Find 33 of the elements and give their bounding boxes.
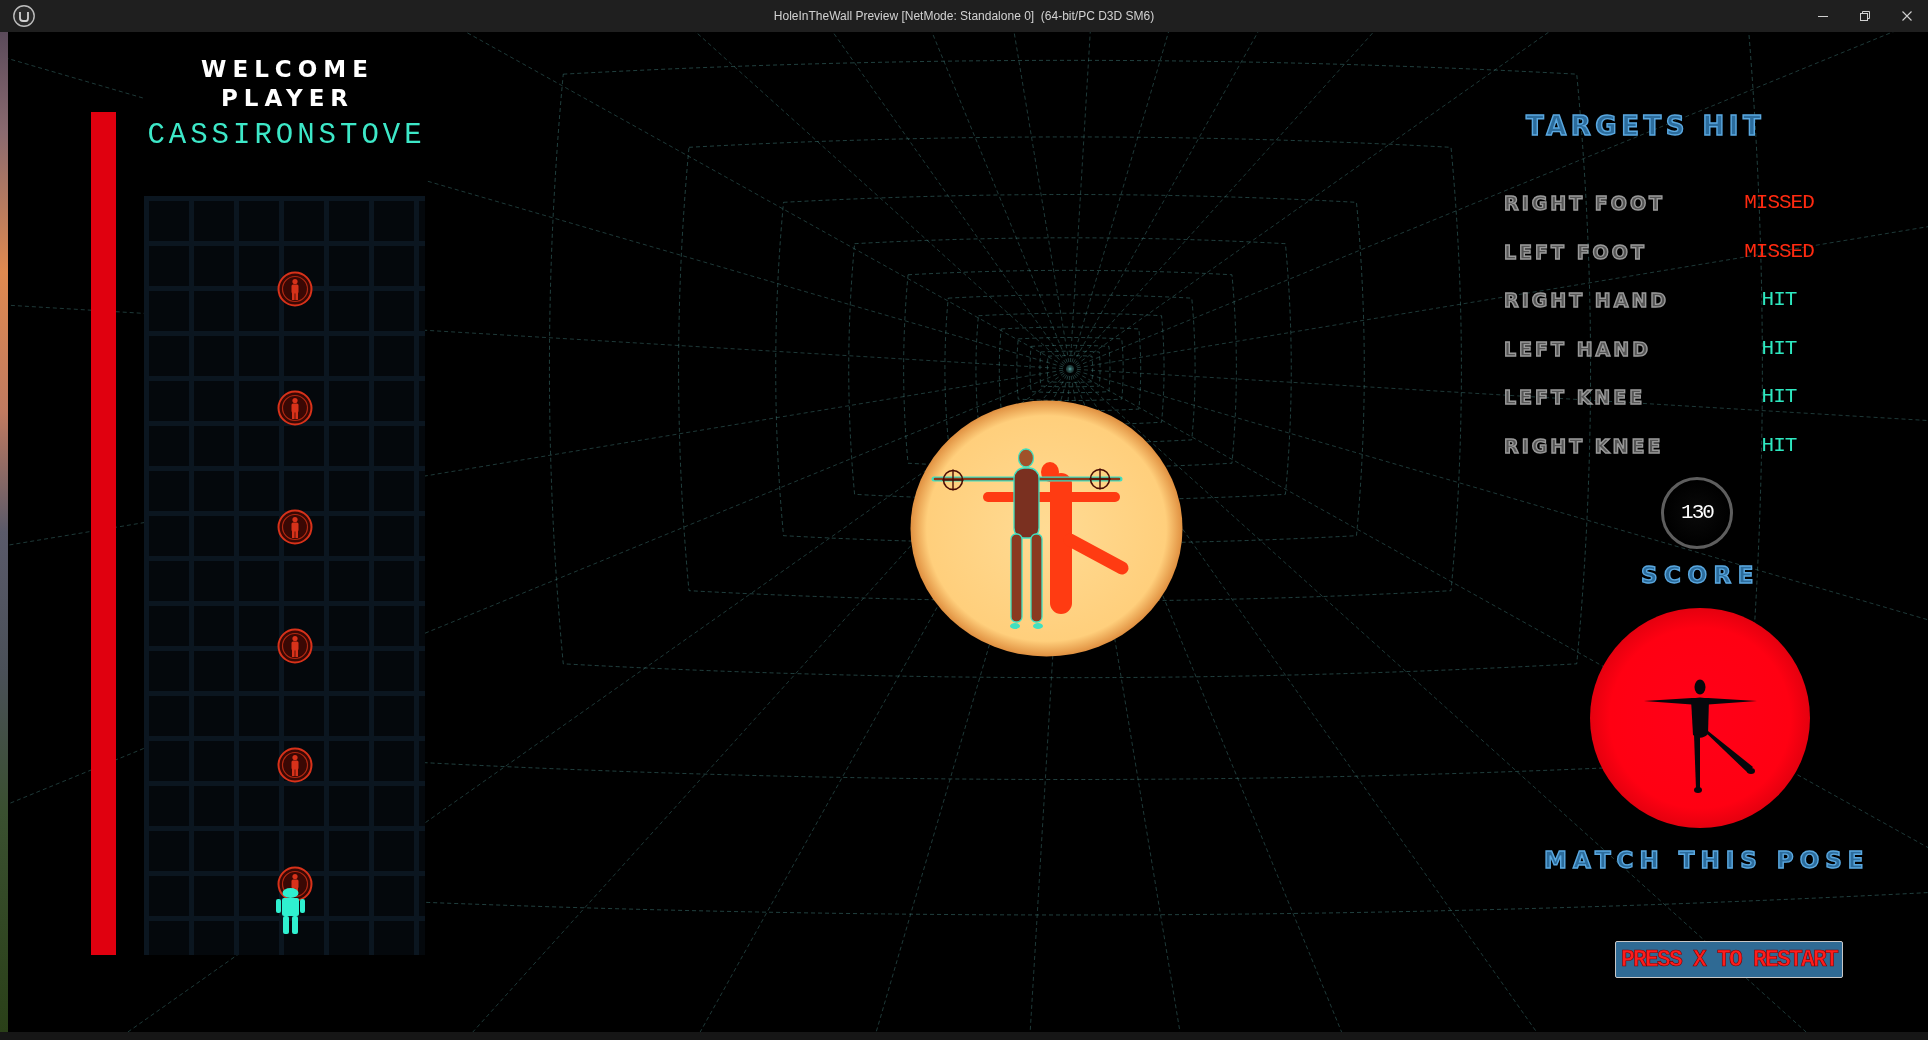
score-label: SCORE	[1641, 562, 1760, 589]
target-status: HIT	[1761, 288, 1797, 313]
target-status: MISSED	[1744, 239, 1814, 264]
target-label: RIGHT HAND	[1504, 289, 1670, 312]
player-marker-icon	[275, 888, 306, 934]
restart-prompt: PRESS X TO RESTART	[1615, 941, 1843, 978]
window-title: HoleInTheWall Preview [NetMode: Standalone 0] (64-bit/PC D3D SM6)	[773, 9, 1155, 23]
player-name: CASSIRONSTOVE	[147, 119, 426, 153]
target-person-icon	[277, 628, 313, 664]
score-value: 130	[1681, 501, 1713, 525]
target-label: LEFT HAND	[1504, 337, 1651, 360]
target-person-icon	[277, 390, 313, 426]
crosshair-icon	[1088, 467, 1112, 491]
welcome-heading: PLAYER	[220, 84, 355, 113]
targets-heading: TARGETS HIT	[1526, 111, 1766, 141]
target-person-icon	[277, 271, 313, 307]
restore-icon	[1860, 11, 1870, 21]
target-label: LEFT KNEE	[1504, 386, 1646, 409]
logo-icon	[13, 5, 35, 27]
target-status: HIT	[1761, 433, 1797, 458]
pose-caption: MATCH THIS POSE	[1544, 847, 1870, 874]
target-status: HIT	[1761, 336, 1797, 361]
welcome-heading: WELCOME	[201, 55, 374, 84]
target-person-icon	[277, 509, 313, 545]
target-person-icon	[277, 747, 313, 783]
target-status: MISSED	[1744, 191, 1814, 216]
target-label: RIGHT FOOT	[1504, 192, 1665, 215]
target-status: HIT	[1761, 385, 1797, 410]
minimize-icon	[1818, 15, 1828, 17]
crosshair-icon	[941, 468, 965, 492]
target-label: RIGHT KNEE	[1504, 434, 1664, 457]
target-label: LEFT FOOT	[1504, 240, 1647, 263]
close-icon	[1902, 11, 1912, 21]
